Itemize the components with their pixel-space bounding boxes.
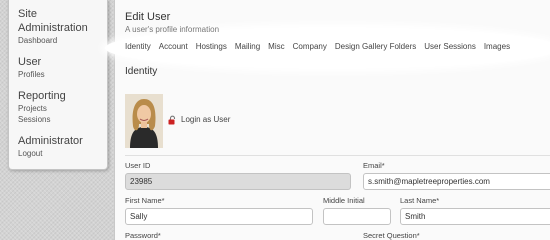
divider: [125, 155, 550, 156]
tab-identity[interactable]: Identity: [125, 42, 151, 54]
middle-initial-field[interactable]: [323, 208, 391, 225]
sidebar-link-dashboard[interactable]: Dashboard: [18, 35, 98, 46]
middle-initial-label: Middle Initial: [323, 196, 365, 205]
tab-user-sessions[interactable]: User Sessions: [424, 42, 476, 54]
tab-images[interactable]: Images: [484, 42, 510, 54]
sidebar-link-projects[interactable]: Projects: [18, 103, 98, 114]
main-panel: Edit User A user's profile information I…: [105, 0, 550, 240]
sidebar-link-profiles[interactable]: Profiles: [18, 69, 98, 80]
tab-hostings[interactable]: Hostings: [196, 42, 227, 54]
sidebar-link-sessions[interactable]: Sessions: [18, 114, 98, 125]
sidebar-group-user: User Profiles: [18, 55, 98, 80]
user-id-field[interactable]: 23985: [125, 173, 351, 190]
first-name-field[interactable]: Sally: [125, 208, 313, 225]
sidebar-title-administrator: Administrator: [18, 135, 83, 147]
sidebar-title-user: User: [18, 56, 42, 68]
lock-icon: [168, 115, 176, 125]
secret-question-label: Secret Question*: [363, 231, 420, 240]
first-name-label: First Name*: [125, 196, 165, 205]
last-name-field[interactable]: Smith: [400, 208, 550, 225]
page-title: Edit User: [125, 11, 171, 23]
sidebar-group-reporting: Reporting Projects Sessions: [18, 89, 98, 125]
user-id-label: User ID: [125, 161, 151, 170]
tab-account[interactable]: Account: [159, 42, 188, 54]
avatar-portrait-icon: [125, 94, 163, 148]
last-name-label: Last Name*: [400, 196, 440, 205]
sidebar-group-site-administration: Site Administration Dashboard: [18, 7, 98, 46]
password-label: Password*: [125, 231, 161, 240]
sidebar-link-logout[interactable]: Logout: [18, 148, 98, 159]
login-as-user-link[interactable]: Login as User: [181, 115, 230, 124]
tab-mailing[interactable]: Mailing: [235, 42, 260, 54]
tab-design-gallery-folders[interactable]: Design Gallery Folders: [335, 42, 416, 54]
tab-company[interactable]: Company: [293, 42, 327, 54]
email-field[interactable]: s.smith@mapletreeproperties.com: [363, 173, 550, 190]
sidebar-title-reporting: Reporting: [18, 90, 66, 102]
tab-bar: Identity Account Hostings Mailing Misc C…: [125, 42, 518, 54]
email-label: Email*: [363, 161, 385, 170]
sidebar-group-administrator: Administrator Logout: [18, 134, 98, 159]
page-subtitle: A user's profile information: [125, 25, 220, 34]
sidebar-title-site-administration: Site Administration: [18, 8, 88, 34]
sidebar: Site Administration Dashboard User Profi…: [8, 0, 108, 170]
section-title: Identity: [125, 66, 158, 77]
avatar: [125, 94, 163, 148]
tab-misc[interactable]: Misc: [268, 42, 284, 54]
